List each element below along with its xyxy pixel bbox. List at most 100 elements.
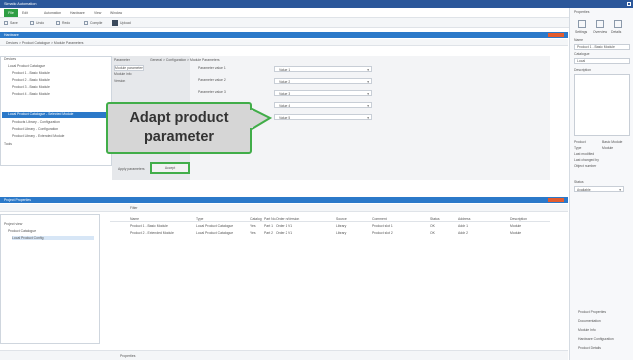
col-comment[interactable]: Comment bbox=[372, 217, 396, 221]
chevron-down-icon: ▾ bbox=[367, 115, 369, 120]
table-row[interactable]: Product 1 - Basic Module Local Product C… bbox=[110, 223, 550, 229]
details-icon[interactable] bbox=[614, 20, 622, 28]
project-tree-item-catalogue[interactable]: Product Catalogue bbox=[8, 229, 94, 233]
upload-icon[interactable] bbox=[112, 20, 118, 26]
tree-item-product-3[interactable]: Product 3 - Basic Module bbox=[12, 85, 104, 91]
file-menu-button[interactable]: File bbox=[4, 9, 18, 17]
field-input-catalogue[interactable]: Local bbox=[574, 58, 630, 64]
chevron-down-icon: ▾ bbox=[367, 103, 369, 108]
status-select[interactable]: Available ▾ bbox=[574, 186, 624, 192]
tree-item-catalogue[interactable]: Local Product Catalogue bbox=[8, 64, 108, 70]
param-label-1: Parameter value 1 bbox=[198, 66, 226, 70]
info-label-object-number: Object number bbox=[574, 164, 597, 168]
parameter-list-item-module[interactable]: Module parameters bbox=[114, 65, 144, 72]
param-select-4[interactable]: Value 4 ▾ bbox=[274, 102, 372, 108]
col-status[interactable]: Status bbox=[430, 217, 442, 221]
col-catalog[interactable]: Catalog bbox=[250, 217, 264, 221]
right-link-module-info[interactable]: Module Info bbox=[578, 328, 632, 332]
tree-item-extended-module[interactable]: Product Library - Extended Module bbox=[12, 134, 104, 140]
field-label-catalogue: Catalogue bbox=[574, 52, 590, 56]
select-label-status: Status bbox=[574, 180, 584, 184]
toolbar-save[interactable]: Save bbox=[10, 21, 26, 25]
cell-catalog: Yes bbox=[250, 224, 256, 228]
param-value-5: Value 5 bbox=[279, 115, 291, 120]
cell-type: Local Product Catalogue bbox=[196, 231, 234, 235]
close-icon[interactable] bbox=[627, 2, 631, 6]
callout-box: Adapt product parameter bbox=[106, 102, 252, 154]
param-select-5[interactable]: Value 5 ▾ bbox=[274, 114, 372, 120]
menu-item-edit[interactable]: Edit bbox=[22, 11, 42, 15]
right-tab-details[interactable]: Details bbox=[611, 30, 631, 34]
settings-icon[interactable] bbox=[578, 20, 586, 28]
table-row[interactable]: Product 2 - Extended Module Local Produc… bbox=[110, 230, 550, 236]
info-value-type: Module bbox=[602, 146, 614, 150]
chevron-down-icon: ▾ bbox=[367, 67, 369, 72]
callout-line-1: Adapt product bbox=[129, 110, 229, 126]
cell-order: Order 1 bbox=[276, 224, 287, 228]
tree-item-selected-module[interactable]: Local Product Catalogue - Selected Modul… bbox=[2, 112, 108, 118]
menu-item-view[interactable]: View bbox=[94, 11, 108, 15]
close-panel-button[interactable] bbox=[548, 33, 564, 37]
col-part[interactable]: Part No. bbox=[264, 217, 276, 221]
field-textarea-description[interactable] bbox=[574, 74, 630, 136]
tree-item-product-4[interactable]: Product 4 - Basic Module bbox=[12, 92, 104, 98]
window-title: Simatic Automation bbox=[4, 1, 37, 6]
right-tab-settings[interactable]: Settings bbox=[575, 30, 593, 34]
right-link-hardware-config[interactable]: Hardware Configuration bbox=[578, 337, 632, 341]
menu-item-window[interactable]: Window bbox=[110, 11, 128, 15]
overview-icon[interactable] bbox=[596, 20, 604, 28]
tree-item-product-library[interactable]: Product Library - Configuration bbox=[12, 127, 104, 133]
info-label-changed-by: Last changed by bbox=[574, 158, 599, 162]
compile-icon[interactable] bbox=[84, 21, 88, 25]
field-input-name[interactable]: Product 1 - Basic Module bbox=[574, 44, 630, 50]
parameter-list-item-version[interactable]: Version bbox=[114, 79, 144, 83]
cell-version: V1 bbox=[288, 224, 293, 228]
accept-button[interactable]: Accept bbox=[150, 162, 190, 174]
col-type[interactable]: Type bbox=[196, 217, 236, 221]
col-description[interactable]: Description bbox=[510, 217, 540, 221]
cell-name: Product 2 - Extended Module bbox=[130, 231, 174, 235]
col-version[interactable]: Version bbox=[288, 217, 302, 221]
bottom-toolbar: Filter bbox=[0, 204, 568, 212]
col-source[interactable]: Source bbox=[336, 217, 356, 221]
redo-icon[interactable] bbox=[56, 21, 60, 25]
project-tree-item-config[interactable]: Local Product Config bbox=[12, 236, 94, 241]
close-bottom-panel-button[interactable] bbox=[548, 198, 564, 202]
tree-item-products-library[interactable]: Products Library - Configuration bbox=[12, 120, 104, 126]
tree-item-product-1[interactable]: Product 1 - Basic Module bbox=[12, 71, 104, 77]
status-select-value: Available bbox=[577, 187, 591, 192]
right-link-product-properties[interactable]: Product Properties bbox=[578, 310, 632, 314]
chevron-down-icon: ▾ bbox=[367, 79, 369, 84]
right-tab-overview[interactable]: Overview bbox=[593, 30, 611, 34]
tree-item-devices[interactable]: Devices bbox=[4, 57, 104, 63]
parameter-list-item-info[interactable]: Module info bbox=[114, 72, 144, 76]
right-link-documentation[interactable]: Documentation bbox=[578, 319, 632, 323]
toolbar-upload[interactable]: Upload bbox=[120, 21, 140, 25]
col-name[interactable]: Name bbox=[130, 217, 170, 221]
menu-item-automation[interactable]: Automation bbox=[44, 11, 68, 15]
cell-version: V1 bbox=[288, 231, 293, 235]
param-select-2[interactable]: Value 2 ▾ bbox=[274, 78, 372, 84]
col-address[interactable]: Address bbox=[458, 217, 482, 221]
right-link-product-details[interactable]: Product Details bbox=[578, 346, 632, 350]
param-select-3[interactable]: Value 3 ▾ bbox=[274, 90, 372, 96]
save-icon[interactable] bbox=[4, 21, 8, 25]
param-value-4: Value 4 bbox=[279, 103, 291, 108]
right-panel-title: Properties bbox=[574, 10, 590, 14]
param-label-3: Parameter value 3 bbox=[198, 90, 226, 94]
breadcrumb-bar: Devices > Product Catalogue > Module Par… bbox=[0, 39, 568, 46]
status-tab-properties[interactable]: Properties bbox=[120, 354, 160, 358]
col-order[interactable]: Order no. bbox=[276, 217, 288, 221]
param-select-1[interactable]: Value 1 ▾ bbox=[274, 66, 372, 72]
cell-description: Module bbox=[510, 231, 522, 235]
tree-item-tools[interactable]: Tools bbox=[4, 142, 104, 148]
bottom-panel-header: Project Properties bbox=[0, 197, 568, 203]
cell-name: Product 1 - Basic Module bbox=[130, 224, 168, 228]
toolbar-compile[interactable]: Compile bbox=[90, 21, 110, 25]
project-tree-item-view[interactable]: Project view bbox=[4, 222, 94, 226]
tree-item-product-2[interactable]: Product 2 - Basic Module bbox=[12, 78, 104, 84]
menu-item-hardware[interactable]: Hardware bbox=[70, 11, 92, 15]
toolbar-undo[interactable]: Undo bbox=[36, 21, 52, 25]
undo-icon[interactable] bbox=[30, 21, 34, 25]
toolbar-redo[interactable]: Redo bbox=[62, 21, 78, 25]
